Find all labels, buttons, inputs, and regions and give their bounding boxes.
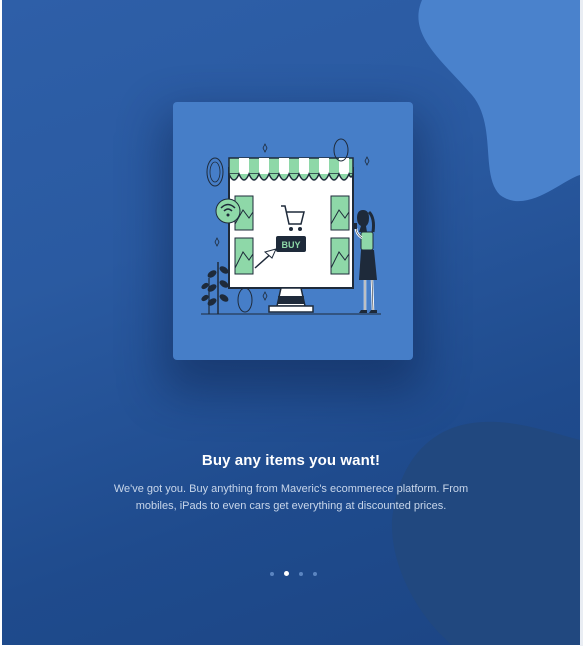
shop-illustration: BUY [201, 138, 381, 315]
pagination-dots [266, 571, 322, 579]
pagination-dot-2[interactable] [284, 571, 289, 576]
top-right-blob [418, 0, 580, 202]
onboarding-screen: BUY Buy any items you want! We've got yo… [2, 0, 580, 645]
pagination-dot-3[interactable] [299, 572, 303, 576]
slide-title: Buy any items you want! [201, 452, 381, 469]
wifi-icon [215, 198, 241, 224]
plant-icon [201, 262, 229, 314]
buy-button-label: BUY [281, 240, 300, 250]
pagination-dot-1[interactable] [270, 572, 274, 576]
slide-description: We've got you. Buy anything from Maveric… [113, 483, 469, 512]
awning [228, 157, 354, 181]
illustration-card: BUY [173, 102, 413, 360]
shopper-figure [353, 210, 377, 313]
pagination-dot-4[interactable] [313, 572, 317, 576]
